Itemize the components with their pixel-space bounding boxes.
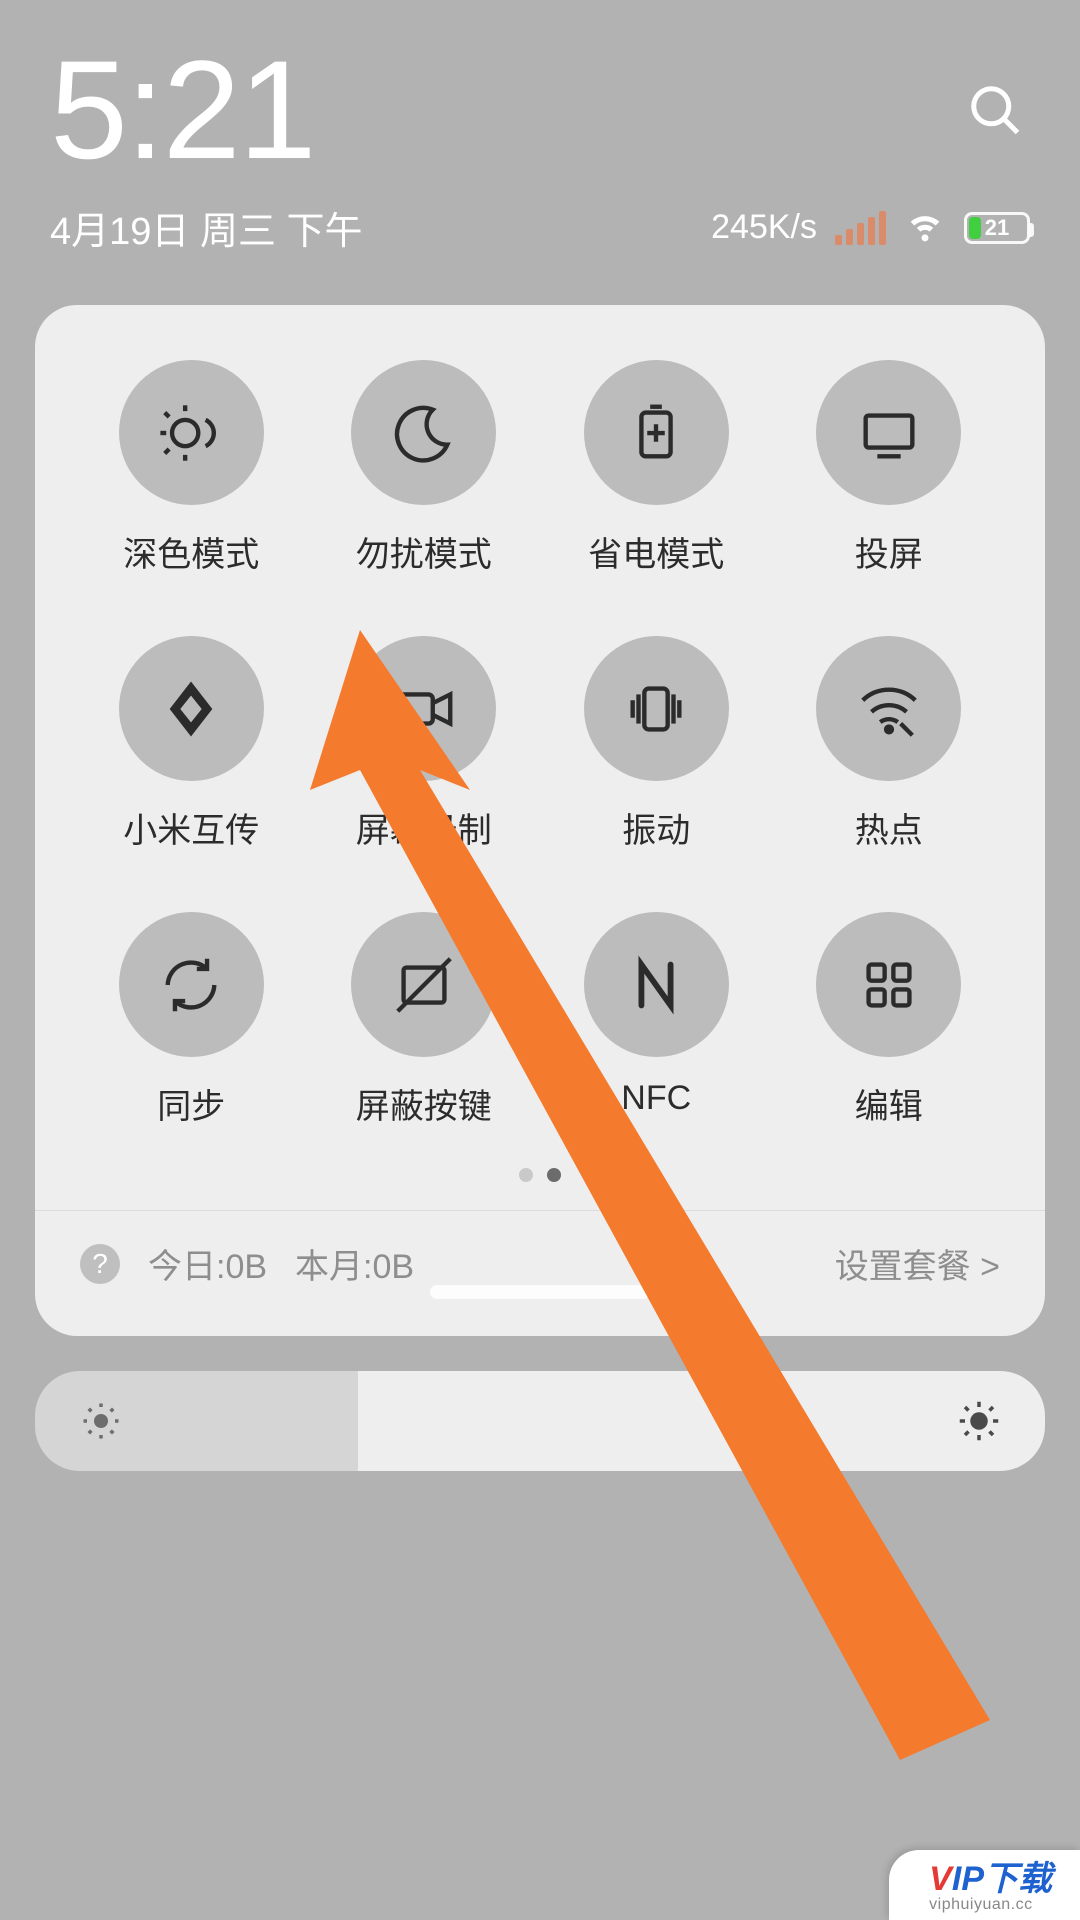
tile-label: 投屏 bbox=[855, 527, 923, 576]
tile-label: 屏幕录制 bbox=[356, 803, 492, 852]
nfc-icon bbox=[584, 912, 729, 1057]
status-icons: 245K/s 21 bbox=[711, 202, 1030, 253]
tile-label: 屏蔽按键 bbox=[356, 1079, 492, 1128]
hotspot-icon bbox=[816, 636, 961, 781]
tile-hotspot[interactable]: 热点 bbox=[773, 636, 1006, 852]
page-indicator bbox=[75, 1168, 1005, 1182]
brightness-slider[interactable] bbox=[35, 1371, 1045, 1471]
tile-label: 编辑 bbox=[855, 1079, 923, 1128]
net-speed: 245K/s bbox=[711, 208, 817, 247]
wifi-icon bbox=[904, 202, 946, 253]
usage-month: 本月:0B bbox=[295, 1239, 414, 1288]
page-dot bbox=[519, 1168, 533, 1182]
tile-label: 同步 bbox=[157, 1079, 225, 1128]
watermark: VIP下载 viphuiyuan.cc bbox=[889, 1850, 1080, 1920]
tile-nfc[interactable]: NFC bbox=[540, 912, 773, 1128]
set-plan-link[interactable]: 设置套餐 > bbox=[835, 1239, 1000, 1288]
screen-record-icon bbox=[351, 636, 496, 781]
tile-battery-saver[interactable]: 省电模式 bbox=[540, 360, 773, 576]
tile-label: 热点 bbox=[855, 803, 923, 852]
page-dot-active bbox=[547, 1168, 561, 1182]
home-indicator[interactable] bbox=[430, 1285, 650, 1299]
block-keys-icon bbox=[351, 912, 496, 1057]
dark-mode-icon bbox=[119, 360, 264, 505]
vibrate-icon bbox=[584, 636, 729, 781]
clock-time: 5:21 bbox=[50, 40, 1030, 180]
edit-grid-icon bbox=[816, 912, 961, 1057]
tile-label: 振动 bbox=[622, 803, 690, 852]
mi-share-icon bbox=[119, 636, 264, 781]
tile-label: 深色模式 bbox=[123, 527, 259, 576]
sync-icon bbox=[119, 912, 264, 1057]
tile-label: 省电模式 bbox=[588, 527, 724, 576]
battery-pct: 21 bbox=[967, 215, 1027, 241]
brightness-low-icon bbox=[80, 1400, 122, 1442]
tile-mi-share[interactable]: 小米互传 bbox=[75, 636, 308, 852]
tile-block-keys[interactable]: 屏蔽按键 bbox=[308, 912, 541, 1128]
quick-settings-grid: 深色模式 勿扰模式 省电模式 投屏 小米互传 bbox=[75, 360, 1005, 1128]
tile-label: NFC bbox=[621, 1079, 691, 1118]
battery-icon: 21 bbox=[964, 212, 1030, 244]
help-icon: ? bbox=[80, 1244, 120, 1284]
brightness-high-icon bbox=[958, 1400, 1000, 1442]
watermark-url: viphuiyuan.cc bbox=[929, 1896, 1032, 1914]
tile-dark-mode[interactable]: 深色模式 bbox=[75, 360, 308, 576]
data-usage-row[interactable]: ? 今日:0B 本月:0B 设置套餐 > bbox=[75, 1211, 1005, 1316]
cellular-signal-icon bbox=[835, 211, 886, 245]
tile-label: 勿扰模式 bbox=[356, 527, 492, 576]
tile-dnd[interactable]: 勿扰模式 bbox=[308, 360, 541, 576]
status-area: 5:21 4月19日 周三 下午 245K/s 21 bbox=[0, 0, 1080, 275]
moon-icon bbox=[351, 360, 496, 505]
usage-today: 今日:0B bbox=[148, 1239, 267, 1288]
tile-sync[interactable]: 同步 bbox=[75, 912, 308, 1128]
tile-label: 小米互传 bbox=[123, 803, 259, 852]
tile-vibrate[interactable]: 振动 bbox=[540, 636, 773, 852]
quick-settings-panel: 深色模式 勿扰模式 省电模式 投屏 小米互传 bbox=[35, 305, 1045, 1336]
tile-edit[interactable]: 编辑 bbox=[773, 912, 1006, 1128]
battery-plus-icon bbox=[584, 360, 729, 505]
cast-icon bbox=[816, 360, 961, 505]
search-button[interactable] bbox=[965, 80, 1025, 145]
tile-cast[interactable]: 投屏 bbox=[773, 360, 1006, 576]
tile-screen-record[interactable]: 屏幕录制 bbox=[308, 636, 541, 852]
status-date: 4月19日 周三 下午 bbox=[50, 200, 363, 255]
